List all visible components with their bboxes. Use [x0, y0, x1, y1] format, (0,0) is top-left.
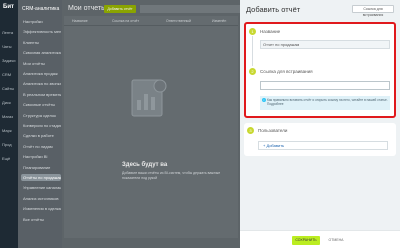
panel-footer: СОХРАНИТЬ ОТМЕНА — [240, 230, 400, 248]
step-number: 2 — [249, 68, 256, 75]
nav-item[interactable]: Магаз — [2, 114, 16, 120]
sidebar-item[interactable]: В реальном времени — [21, 91, 61, 98]
info-icon: i — [262, 98, 266, 102]
nav-item[interactable]: Марк — [2, 128, 16, 134]
column-header[interactable]: Ответственный — [166, 19, 191, 23]
nav-item[interactable]: Диск — [2, 100, 16, 106]
sidebar-item[interactable]: Конверсия по стадиям — [21, 122, 61, 129]
sidebar-item[interactable]: Аналитика по звонкам — [21, 80, 61, 87]
users-card: 3 Пользователи + Добавить — [244, 123, 396, 156]
nav-item[interactable]: Лента — [2, 30, 16, 36]
report-form-card: 1 Название Отчет по продажам 2 Ссылка дл… — [244, 22, 396, 118]
sidebar-item[interactable]: Отчёт по лидам — [21, 143, 61, 150]
sidebar-item[interactable]: Аналитика продаж — [21, 70, 61, 77]
sidebar-item[interactable]: Мои отчёты — [21, 60, 61, 67]
users-label: Пользователи — [258, 128, 288, 133]
step-number: 1 — [249, 28, 256, 35]
app-logo: Бит — [3, 4, 14, 10]
report-name-input[interactable]: Отчет по продажам — [260, 40, 390, 49]
add-user-button[interactable]: + Добавить — [258, 141, 388, 150]
step-connector — [252, 36, 253, 66]
sidebar-item[interactable]: Сделки в работе — [21, 132, 61, 139]
sidebar-item[interactable]: Все отчёты — [21, 216, 61, 223]
sidebar-item[interactable]: Анализ источников — [21, 195, 61, 202]
add-report-panel: Добавить отчёт Ссылка для встраивания 1 … — [240, 0, 400, 248]
search-input[interactable] — [140, 5, 250, 13]
reports-list-area: Мои отчеты Добавить отчёт Название Ссылк… — [62, 0, 250, 248]
reports-table: Название Ссылка на отчёт Ответственный И… — [64, 16, 238, 238]
nav-item[interactable]: Задачи — [2, 58, 16, 64]
sidebar-item[interactable]: Настройки — [21, 18, 61, 25]
sidebar-item[interactable]: Структура сделок — [21, 112, 61, 119]
sidebar-item[interactable]: Настройки BI — [21, 153, 61, 160]
nav-item[interactable]: Чаты — [2, 44, 16, 50]
nav-item[interactable]: CRM — [2, 72, 16, 78]
table-header: Название Ссылка на отчёт Ответственный И… — [64, 16, 238, 26]
embed-link-input[interactable] — [260, 81, 390, 90]
page-title: Мои отчеты — [68, 5, 107, 12]
crm-analytics-sidebar: CRM-аналитика Настройки Эффективность мен… — [18, 0, 62, 248]
document-chart-icon — [131, 79, 167, 117]
step-number: 3 — [247, 127, 254, 134]
sidebar-item[interactable]: Сквозная аналитика — [21, 49, 61, 56]
sidebar-item[interactable]: Отчёты по продажам — [21, 174, 61, 181]
sidebar-item[interactable]: Управление каналами — [21, 184, 61, 191]
sidebar-title: CRM-аналитика — [22, 6, 60, 12]
nav-item[interactable]: Ещё — [2, 156, 16, 162]
sidebar-item[interactable]: Сквозные отчёты — [21, 101, 61, 108]
sidebar-item[interactable]: Изменения в сделках — [21, 205, 61, 212]
embed-link-button[interactable]: Ссылка для встраивания — [352, 5, 394, 17]
empty-state-subtitle: Добавьте ваши отчёты из BI-систем, чтобы… — [122, 171, 221, 180]
save-button[interactable]: СОХРАНИТЬ — [292, 236, 320, 245]
nav-item[interactable]: Сайты — [2, 86, 16, 92]
info-hint: i Как правильно вставить отчёт и открыть… — [260, 96, 390, 110]
empty-state-title: Здесь будут ва — [122, 162, 168, 168]
column-header[interactable]: Изменён — [212, 19, 226, 23]
hint-text[interactable]: Как правильно вставить отчёт и открыть с… — [267, 98, 388, 106]
sidebar-item[interactable]: Клиенты — [21, 39, 61, 46]
panel-title: Добавить отчёт — [246, 5, 301, 14]
name-label: Название — [260, 29, 281, 34]
cancel-button[interactable]: ОТМЕНА — [326, 236, 346, 245]
column-header[interactable]: Ссылка на отчёт — [112, 19, 139, 23]
nav-item[interactable]: Прод — [2, 142, 16, 148]
left-navigation: Бит Лента Чаты Задачи CRM Сайты Диск Маг… — [0, 0, 18, 248]
column-header[interactable]: Название — [72, 19, 88, 23]
add-report-button[interactable]: Добавить отчёт — [104, 5, 136, 13]
sidebar-item[interactable]: Планирование — [21, 164, 61, 171]
embed-link-label: Ссылка для встраивания — [260, 69, 313, 74]
sidebar-item[interactable]: Эффективность менеджера — [21, 28, 61, 35]
